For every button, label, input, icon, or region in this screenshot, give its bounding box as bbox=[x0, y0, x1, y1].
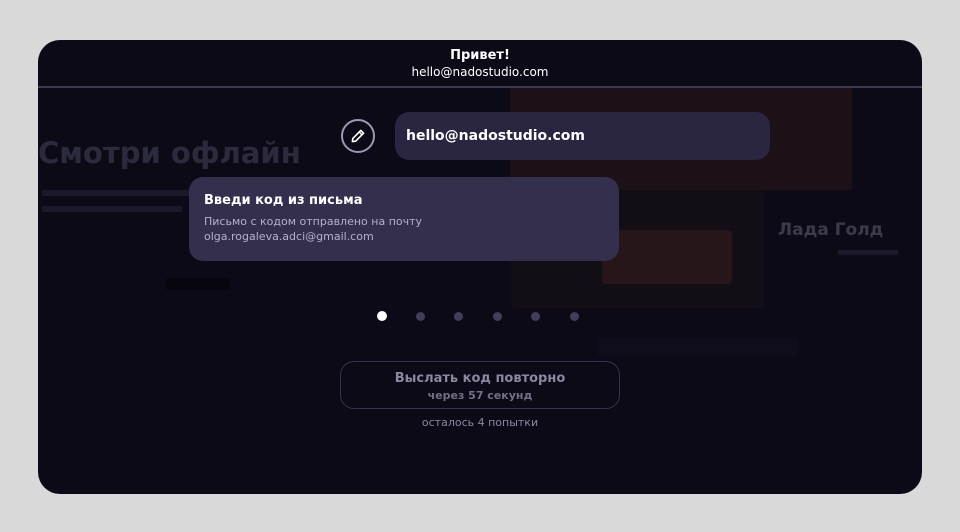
login-overlay: Привет! hello@nadostudio.com hello@nados… bbox=[38, 40, 922, 494]
code-card-title: Введи код из письма bbox=[204, 193, 363, 208]
pagination-dot-active bbox=[377, 311, 387, 321]
code-input-card[interactable]: Введи код из письма Письмо с кодом отпра… bbox=[189, 177, 619, 261]
tv-screen: Смотри офлайн Лада Голд Привет! hello@na… bbox=[38, 40, 922, 494]
pagination-dot bbox=[531, 312, 540, 321]
code-card-note: Письмо с кодом отправлено на почту olga.… bbox=[204, 214, 604, 244]
resend-code-button[interactable]: Выслать код повторно через 57 секунд bbox=[340, 361, 620, 409]
code-card-email: olga.rogaleva.adci@gmail.com bbox=[204, 230, 374, 243]
pagination-dot bbox=[570, 312, 579, 321]
pagination-dots bbox=[371, 311, 581, 323]
email-field-value: hello@nadostudio.com bbox=[406, 128, 585, 144]
header-email: hello@nadostudio.com bbox=[411, 65, 549, 79]
edit-email-button[interactable] bbox=[341, 119, 375, 153]
email-field[interactable]: hello@nadostudio.com bbox=[395, 112, 770, 160]
code-card-note-line1: Письмо с кодом отправлено на почту bbox=[204, 215, 423, 228]
header: Привет! hello@nadostudio.com bbox=[38, 40, 922, 88]
attempts-remaining: осталось 4 попытки bbox=[421, 416, 539, 429]
header-divider bbox=[38, 86, 922, 88]
pencil-icon bbox=[350, 128, 366, 144]
greeting-title: Привет! bbox=[450, 48, 510, 63]
resend-label: Выслать код повторно bbox=[394, 371, 566, 386]
resend-timer: через 57 секунд bbox=[427, 389, 533, 402]
pagination-dot bbox=[493, 312, 502, 321]
pagination-dot bbox=[454, 312, 463, 321]
pagination-dot bbox=[416, 312, 425, 321]
